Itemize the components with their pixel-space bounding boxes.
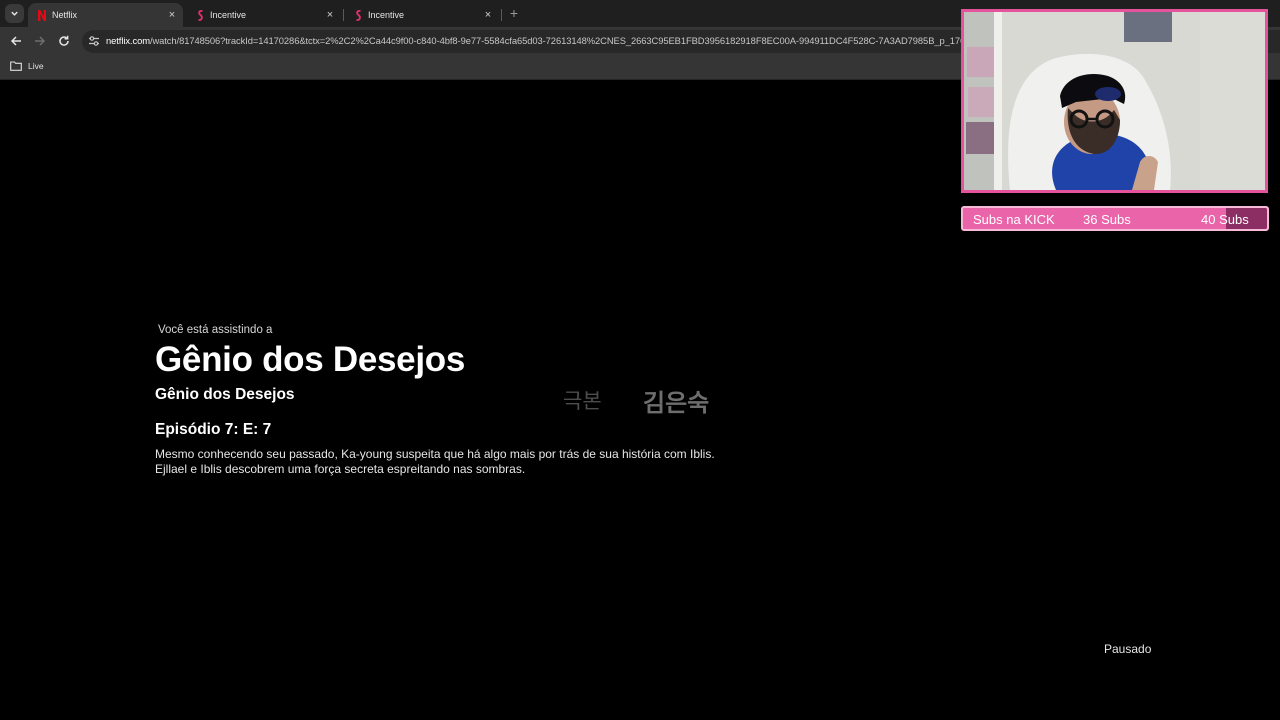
- reload-button[interactable]: [56, 33, 72, 49]
- close-icon[interactable]: ×: [164, 9, 180, 21]
- forward-button[interactable]: [32, 33, 48, 49]
- subs-current-count: 36 Subs: [1083, 212, 1131, 227]
- webcam-overlay: [961, 9, 1268, 193]
- tab-incentive[interactable]: Incentive ×: [186, 3, 341, 27]
- tab-title: Netflix: [52, 10, 78, 20]
- bookmark-live[interactable]: Live: [10, 61, 44, 71]
- url-path: /watch/81748506?trackId=14170286&tctx=2%…: [149, 35, 976, 46]
- chevron-down-icon: [11, 11, 18, 16]
- subs-goal-label: Subs na KICK: [973, 212, 1055, 227]
- url-text[interactable]: netflix.com/watch/81748506?trackId=14170…: [106, 35, 976, 46]
- episode-label: Episódio 7: E: 7: [155, 421, 272, 438]
- folder-icon: [10, 61, 22, 71]
- tune-icon[interactable]: [88, 35, 100, 47]
- tab-netflix[interactable]: Netflix ×: [28, 3, 183, 27]
- close-icon[interactable]: ×: [322, 9, 338, 21]
- paused-status: Pausado: [1104, 642, 1152, 656]
- episode-synopsis: Mesmo conhecendo seu passado, Ka-young s…: [155, 447, 775, 476]
- close-icon[interactable]: ×: [480, 9, 496, 21]
- show-subtitle: Gênio dos Desejos: [155, 386, 295, 403]
- subs-goal-count: 40 Subs: [1201, 212, 1249, 227]
- tab-title: Incentive: [368, 10, 405, 20]
- webcam-feed-image: [964, 12, 1265, 190]
- back-button[interactable]: [8, 33, 24, 49]
- forward-arrow-icon: [35, 36, 46, 46]
- video-credit-name: 김은숙: [643, 389, 710, 417]
- incentive-icon: [195, 9, 205, 21]
- new-tab-button[interactable]: +: [506, 5, 522, 21]
- back-arrow-icon: [10, 36, 21, 46]
- tab-title: Incentive: [210, 10, 247, 20]
- reload-icon: [59, 35, 69, 46]
- tab-incentive[interactable]: Incentive ×: [344, 3, 499, 27]
- synopsis-line: Ejllael e Iblis descobrem uma força secr…: [155, 461, 526, 476]
- incentive-icon: [353, 9, 363, 21]
- show-title: Gênio dos Desejos: [155, 340, 465, 379]
- synopsis-line: Mesmo conhecendo seu passado, Ka-young s…: [155, 447, 715, 461]
- tab-separator: [501, 9, 502, 21]
- netflix-icon: [37, 9, 47, 21]
- url-host: netflix.com: [106, 35, 150, 46]
- watching-label: Você está assistindo a: [158, 324, 273, 336]
- bookmark-label: Live: [28, 61, 44, 71]
- video-credit-role: 극본: [563, 389, 602, 413]
- tab-search-button[interactable]: [5, 4, 24, 23]
- subs-goal-bar: Subs na KICK 36 Subs 40 Subs: [961, 206, 1269, 231]
